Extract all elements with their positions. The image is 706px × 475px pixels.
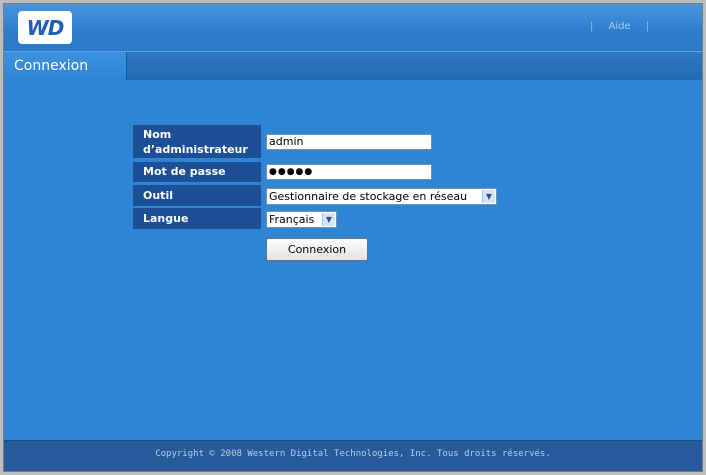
separator: | xyxy=(645,21,650,32)
tab-bar: Connexion xyxy=(4,51,702,80)
help-link[interactable]: Aide xyxy=(609,21,631,32)
tool-select-value: Gestionnaire de stockage en réseau xyxy=(269,190,468,203)
admin-label-line2: d’administrateur xyxy=(143,143,248,156)
chevron-down-icon[interactable]: ▼ xyxy=(482,190,495,203)
header-bar: WD | Aide | xyxy=(4,4,702,51)
admin-label-line1: Nom xyxy=(143,128,172,141)
password-field[interactable]: ●●●●● xyxy=(266,164,432,180)
app-window: WD | Aide | Connexion Nom d’administrate… xyxy=(3,3,703,472)
separator: | xyxy=(590,21,594,32)
language-label: Langue xyxy=(133,208,261,229)
language-select[interactable]: Français ▼ xyxy=(266,211,337,228)
tab-connexion[interactable]: Connexion xyxy=(4,52,127,80)
logo-text: WD xyxy=(26,15,65,40)
admin-name-field[interactable]: admin xyxy=(266,134,432,150)
admin-name-label: Nom d’administrateur xyxy=(133,125,261,158)
help-nav: | Aide | xyxy=(588,21,649,32)
footer: Copyright © 2008 Western Digital Technol… xyxy=(4,440,702,471)
tool-select[interactable]: Gestionnaire de stockage en réseau ▼ xyxy=(266,188,497,205)
password-label: Mot de passe xyxy=(133,162,261,182)
chevron-down-icon[interactable]: ▼ xyxy=(322,213,335,226)
language-select-value: Français xyxy=(269,213,315,226)
tool-label: Outil xyxy=(133,185,261,206)
copyright-text: Copyright © 2008 Western Digital Technol… xyxy=(155,449,551,459)
connexion-button[interactable]: Connexion xyxy=(266,238,368,261)
wd-logo: WD xyxy=(18,11,72,44)
